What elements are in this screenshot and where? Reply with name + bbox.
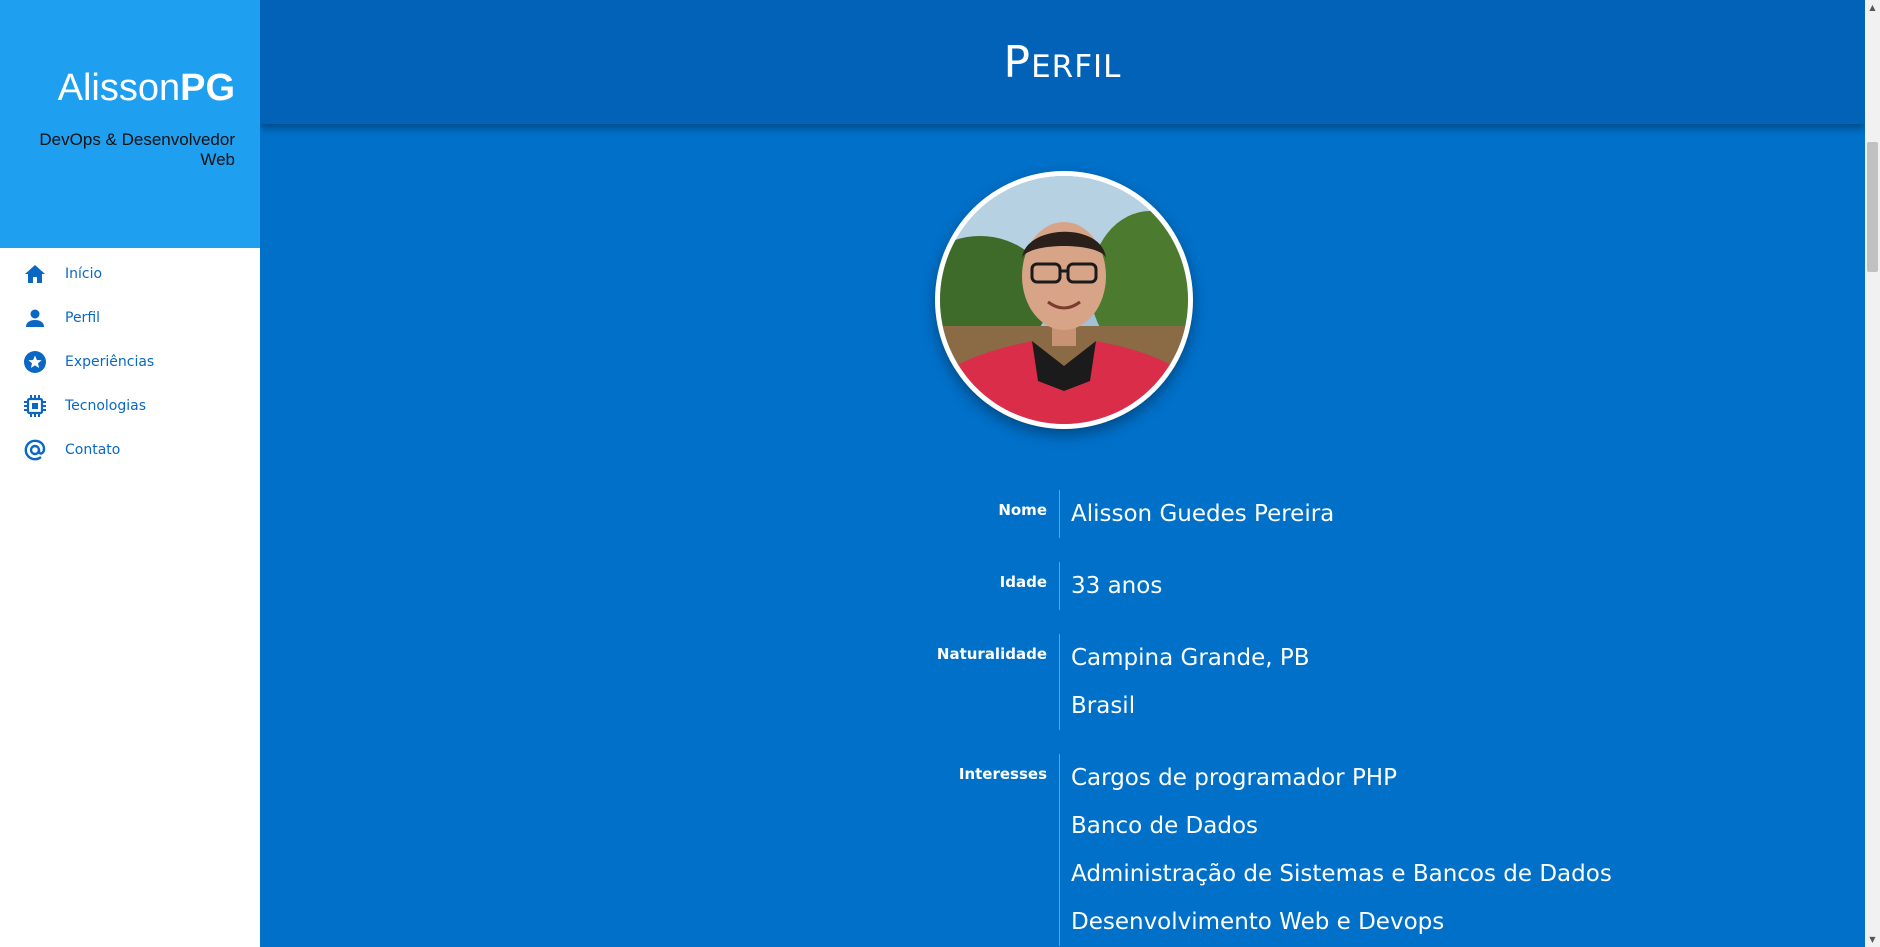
sidebar-nav: Início Perfil Experiências Tecnologias C… — [0, 252, 260, 472]
brand-logo[interactable]: AlissonPG — [10, 66, 235, 110]
page-title: Perfil — [1003, 36, 1122, 88]
home-icon — [22, 261, 48, 287]
sidebar-item-experiencias[interactable]: Experiências — [0, 340, 260, 384]
field-values: Alisson Guedes Pereira — [1059, 490, 1334, 538]
sidebar-item-label: Tecnologias — [65, 398, 147, 414]
chip-icon — [22, 393, 48, 419]
info-row-interesses: Interesses Cargos de programador PHP Ban… — [260, 754, 1865, 946]
field-value: Brasil — [1071, 693, 1136, 719]
field-value: Cargos de programador PHP — [1071, 765, 1397, 791]
field-value: Banco de Dados — [1071, 813, 1258, 839]
scroll-up-arrow-icon[interactable]: ▲ — [1865, 0, 1880, 15]
info-row-nome: Nome Alisson Guedes Pereira — [260, 490, 1865, 538]
field-values: Cargos de programador PHP Banco de Dados… — [1059, 754, 1612, 946]
sidebar-item-label: Experiências — [65, 354, 155, 370]
field-value: Desenvolvimento Web e Devops — [1071, 909, 1445, 935]
sidebar-item-inicio[interactable]: Início — [0, 252, 260, 296]
brand-subtitle: DevOps & Desenvolvedor Web — [39, 130, 235, 169]
avatar — [940, 176, 1188, 424]
sidebar-item-tecnologias[interactable]: Tecnologias — [0, 384, 260, 428]
brand-name-bold: PG — [180, 67, 235, 109]
sidebar: AlissonPG DevOps & Desenvolvedor Web Iní… — [0, 0, 260, 947]
sidebar-item-label: Início — [65, 266, 103, 282]
sidebar-item-contato[interactable]: Contato — [0, 428, 260, 472]
info-row-naturalidade: Naturalidade Campina Grande, PB Brasil — [260, 634, 1865, 730]
field-values: Campina Grande, PB Brasil — [1059, 634, 1310, 730]
sidebar-item-perfil[interactable]: Perfil — [0, 296, 260, 340]
avatar-frame — [935, 171, 1193, 429]
field-values: 33 anos — [1059, 562, 1162, 610]
brand-name-light: Alisson — [57, 67, 181, 109]
field-label: Interesses — [958, 765, 1047, 783]
page-header: Perfil — [260, 0, 1865, 124]
field-value: 33 anos — [1071, 573, 1163, 599]
scrollbar-thumb[interactable] — [1867, 142, 1878, 272]
main-content: Perfil Nome Alisson Guedes Pereira Idade… — [260, 0, 1865, 947]
field-value: Alisson Guedes Pereira — [1071, 501, 1335, 527]
field-label: Idade — [999, 573, 1047, 591]
sidebar-item-label: Contato — [65, 442, 121, 458]
person-icon — [22, 305, 48, 331]
at-icon — [22, 437, 48, 463]
profile-info: Nome Alisson Guedes Pereira Idade 33 ano… — [260, 490, 1865, 946]
vertical-scrollbar[interactable]: ▲ ▼ — [1865, 0, 1880, 947]
field-label: Nome — [998, 501, 1047, 519]
field-value: Campina Grande, PB — [1071, 645, 1310, 671]
field-value: Administração de Sistemas e Bancos de Da… — [1071, 861, 1612, 887]
star-icon — [22, 349, 48, 375]
scroll-down-arrow-icon[interactable]: ▼ — [1865, 932, 1880, 947]
field-label: Naturalidade — [936, 645, 1047, 663]
sidebar-item-label: Perfil — [65, 310, 101, 326]
brand-panel: AlissonPG DevOps & Desenvolvedor Web — [0, 0, 260, 248]
info-row-idade: Idade 33 anos — [260, 562, 1865, 610]
